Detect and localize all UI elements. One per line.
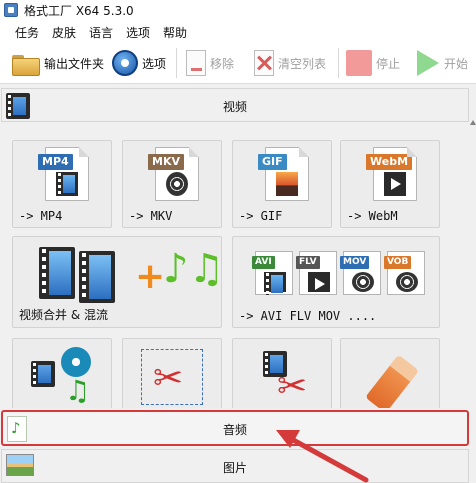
- scrollbar[interactable]: [470, 84, 476, 483]
- tile-crop[interactable]: ✂: [122, 338, 222, 408]
- tile-label: -> GIF: [239, 209, 283, 223]
- play-icon: [384, 172, 406, 196]
- play-icon: [414, 50, 440, 76]
- vob-badge: VOB: [384, 256, 412, 269]
- category-picture[interactable]: 图片: [1, 449, 469, 483]
- output-folder-label: 输出文件夹: [44, 56, 105, 71]
- tile-label: -> MP4: [19, 209, 63, 223]
- tile-remove-watermark[interactable]: [340, 338, 440, 408]
- tile-to-mp4[interactable]: MP4 -> MP4: [12, 140, 112, 228]
- options-icon: [112, 50, 138, 76]
- film-icon: [56, 172, 78, 196]
- merge-artwork: + ♪♫: [39, 245, 224, 303]
- tile-label: -> MKV: [129, 209, 173, 223]
- folder-icon: [12, 52, 40, 76]
- options-button[interactable]: 选项: [112, 48, 166, 78]
- mp4-file-icon: MP4: [38, 147, 89, 201]
- flv-badge: FLV: [296, 256, 320, 269]
- scissors-icon: ✂: [277, 366, 308, 407]
- sunset-image-icon: [276, 172, 298, 196]
- clear-list-label: 清空列表: [278, 56, 327, 71]
- category-video-label: 视频: [222, 100, 247, 114]
- toolbar-separator: [338, 48, 339, 78]
- tile-label: -> AVI FLV MOV ....: [239, 309, 377, 323]
- remove-file-icon: [186, 50, 206, 76]
- eraser-icon: [365, 354, 419, 408]
- menu-skin[interactable]: 皮肤: [52, 24, 76, 41]
- tile-to-mkv[interactable]: MKV -> MKV: [122, 140, 222, 228]
- film-icon: [39, 247, 75, 299]
- menu-help[interactable]: 帮助: [163, 24, 187, 41]
- vob-file-icon: VOB: [384, 251, 425, 295]
- app-icon: [4, 3, 18, 17]
- gif-file-icon: GIF: [258, 147, 309, 201]
- remove-button[interactable]: 移除: [186, 48, 234, 78]
- film-icon: [264, 272, 286, 295]
- remove-label: 移除: [210, 56, 235, 71]
- flv-file-icon: FLV: [296, 251, 337, 295]
- music-notes-icon: ♪♫: [163, 246, 225, 292]
- menu-language[interactable]: 语言: [89, 24, 113, 41]
- webm-badge: WebM: [366, 154, 413, 170]
- stop-icon: [346, 50, 372, 76]
- start-button[interactable]: 开始: [414, 48, 468, 78]
- tile-label: 视频合并 & 混流: [19, 308, 108, 322]
- menu-bar: 任务 皮肤 语言 选项 帮助: [0, 20, 476, 42]
- start-label: 开始: [444, 56, 469, 71]
- film-reel-icon: [61, 347, 91, 377]
- clapperboard-icon: [308, 272, 330, 292]
- menu-task[interactable]: 任务: [15, 24, 39, 41]
- webm-file-icon: WebM: [366, 147, 417, 201]
- tile-video-to-audio[interactable]: ♫: [12, 338, 112, 408]
- mov-file-icon: MOV: [340, 251, 381, 295]
- stop-label: 停止: [376, 56, 401, 71]
- crop-artwork: ✂: [123, 339, 221, 408]
- mp4-badge: MP4: [38, 154, 73, 170]
- toolbar: 输出文件夹 选项 移除 清空列表 停止 开始: [0, 42, 476, 84]
- disc-icon: [396, 272, 418, 292]
- eraser-artwork: [341, 339, 439, 408]
- toolbar-separator: [176, 48, 177, 78]
- music-note-icon: ♫: [65, 374, 91, 407]
- quicktime-icon: [352, 272, 374, 292]
- tile-cut-video[interactable]: ✂: [232, 338, 332, 408]
- film-reel-icon: [166, 172, 188, 196]
- film-icon: [31, 361, 55, 387]
- mkv-file-icon: MKV: [148, 147, 199, 201]
- avi-file-icon: AVI: [252, 251, 293, 295]
- category-audio-label: 音频: [222, 423, 247, 437]
- cut-video-artwork: ✂: [233, 339, 331, 408]
- tile-label: -> WebM: [347, 209, 398, 223]
- options-label: 选项: [142, 56, 167, 71]
- title-bar: 格式工厂 X64 5.3.0: [0, 0, 476, 20]
- tile-to-webm[interactable]: WebM -> WebM: [340, 140, 440, 228]
- category-video[interactable]: 视频: [1, 88, 469, 122]
- clear-list-button[interactable]: 清空列表: [254, 48, 326, 78]
- gif-badge: GIF: [258, 154, 287, 170]
- menu-options[interactable]: 选项: [126, 24, 150, 41]
- tile-to-avi-flv-mov[interactable]: AVI FLV MOV VOB -> AVI FLV MOV ....: [232, 236, 440, 328]
- window-title: 格式工厂 X64 5.3.0: [24, 4, 134, 18]
- video-tool-grid: MP4 -> MP4 MKV -> MKV GIF -> GIF WebM ->…: [12, 132, 468, 408]
- category-audio[interactable]: 音频: [1, 410, 469, 446]
- mkv-badge: MKV: [148, 154, 184, 170]
- video-audio-artwork: ♫: [13, 339, 111, 408]
- tile-to-gif[interactable]: GIF -> GIF: [232, 140, 332, 228]
- plus-icon: +: [135, 256, 166, 297]
- mov-badge: MOV: [340, 256, 370, 269]
- film-icon: [79, 251, 115, 303]
- avi-badge: AVI: [252, 256, 275, 269]
- output-folder-button[interactable]: 输出文件夹: [12, 48, 104, 78]
- clear-list-icon: [254, 50, 274, 76]
- category-picture-label: 图片: [222, 461, 247, 475]
- tile-video-merge-mux[interactable]: + ♪♫ 视频合并 & 混流: [12, 236, 224, 328]
- scroll-up-arrow-icon[interactable]: [470, 120, 476, 125]
- stop-button[interactable]: 停止: [346, 48, 400, 78]
- scissors-icon: ✂: [153, 358, 184, 399]
